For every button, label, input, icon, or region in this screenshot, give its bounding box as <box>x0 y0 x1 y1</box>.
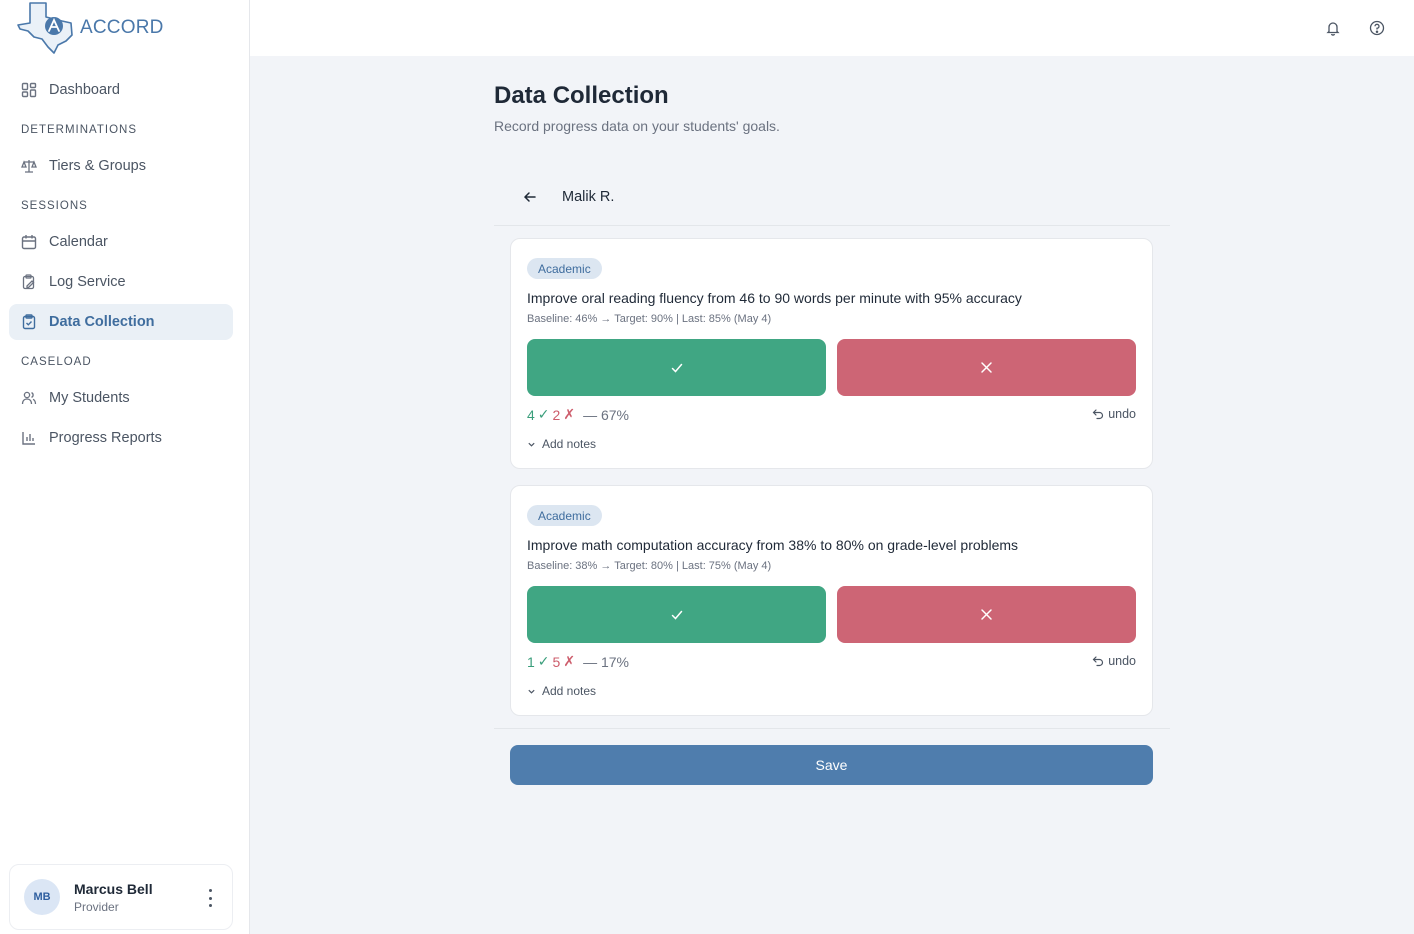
category-badge: Academic <box>527 505 602 526</box>
save-button[interactable]: Save <box>510 745 1153 785</box>
user-info: Marcus Bell Provider <box>74 881 153 914</box>
check-icon <box>671 610 682 620</box>
nav-item-progress-reports[interactable]: Progress Reports <box>9 420 233 456</box>
add-notes-toggle[interactable]: Add notes <box>527 684 596 698</box>
undo-label: undo <box>1108 407 1136 421</box>
correct-count: 4 <box>527 406 535 423</box>
undo-button[interactable]: undo <box>1092 654 1136 668</box>
calendar-icon <box>21 234 37 250</box>
dashboard-icon <box>21 82 37 98</box>
incorrect-count: 5 <box>552 653 561 670</box>
add-notes-label: Add notes <box>542 437 597 451</box>
nav-label-log-service: Log Service <box>49 274 126 290</box>
correct-button[interactable] <box>527 586 826 643</box>
undo-icon <box>1092 409 1104 420</box>
bar-chart-icon <box>21 430 37 446</box>
bell-icon[interactable] <box>1323 18 1343 38</box>
incorrect-button[interactable] <box>837 586 1136 643</box>
nav-item-data-collection[interactable]: Data Collection <box>9 304 233 340</box>
accuracy-percent: — 67% <box>583 406 629 423</box>
goal-text: Improve math computation accuracy from 3… <box>527 537 1019 553</box>
check-icon <box>671 363 682 373</box>
undo-label: undo <box>1108 654 1136 668</box>
section-caseload: CASELOAD <box>21 356 92 368</box>
correct-button[interactable] <box>527 339 826 396</box>
clipboard-pen-icon <box>21 274 37 290</box>
undo-button[interactable]: undo <box>1092 407 1136 421</box>
texas-logo-icon <box>17 2 73 54</box>
nav-label-tiers-groups: Tiers & Groups <box>49 158 146 174</box>
nav-item-my-students[interactable]: My Students <box>9 380 233 416</box>
goal-card: Academic Improve math computation accura… <box>510 485 1153 716</box>
topbar <box>250 0 1414 56</box>
correct-mark: ✓ <box>537 653 550 669</box>
correct-count: 1 <box>527 653 535 670</box>
student-header: Malik R. <box>494 168 1170 226</box>
close-icon <box>981 609 992 620</box>
user-name: Marcus Bell <box>74 880 153 897</box>
user-card[interactable]: MB Marcus Bell Provider <box>9 864 233 930</box>
brand[interactable]: ACCORD <box>16 0 164 56</box>
user-role: Provider <box>74 899 119 914</box>
trial-tally: 4 ✓ 2 ✗ — 67% <box>527 406 629 423</box>
add-notes-toggle[interactable]: Add notes <box>527 437 596 451</box>
goal-card: Academic Improve oral reading fluency fr… <box>510 238 1153 469</box>
add-notes-label: Add notes <box>542 684 597 698</box>
chevron-down-icon <box>528 442 535 447</box>
nav-item-calendar[interactable]: Calendar <box>9 224 233 260</box>
nav-label-data-collection: Data Collection <box>49 314 155 330</box>
brand-name: ACCORD <box>80 17 164 38</box>
student-name: Malik R. <box>562 188 615 205</box>
goal-meta: Baseline: 46% → Target: 90% | Last: 85% … <box>527 313 772 325</box>
page-subtitle: Record progress data on your students' g… <box>494 118 780 134</box>
category-badge: Academic <box>527 258 602 279</box>
correct-mark: ✓ <box>537 406 550 422</box>
help-icon[interactable] <box>1367 18 1387 38</box>
clipboard-check-icon <box>21 314 37 330</box>
nav-item-tiers-groups[interactable]: Tiers & Groups <box>9 148 233 184</box>
incorrect-mark: ✗ <box>563 406 576 422</box>
section-determinations: DETERMINATIONS <box>21 124 138 136</box>
nav-item-log-service[interactable]: Log Service <box>9 264 233 300</box>
divider <box>494 728 1170 729</box>
main-nav: Dashboard DETERMINATIONS Tiers & Groups … <box>9 72 233 460</box>
nav-label-my-students: My Students <box>49 390 130 406</box>
goal-meta: Baseline: 38% → Target: 80% | Last: 75% … <box>527 560 772 572</box>
avatar: MB <box>24 879 60 915</box>
goal-text: Improve oral reading fluency from 46 to … <box>527 290 1022 306</box>
more-vertical-icon[interactable] <box>202 889 218 907</box>
users-icon <box>21 390 37 406</box>
incorrect-button[interactable] <box>837 339 1136 396</box>
arrow-left-icon[interactable] <box>520 187 540 207</box>
nav-label-dashboard: Dashboard <box>49 82 120 98</box>
sidebar: ACCORD Dashboard DETERMINATIONS Tiers & … <box>0 0 250 934</box>
scale-icon <box>21 158 37 174</box>
accuracy-percent: — 17% <box>583 653 629 670</box>
nav-label-progress-reports: Progress Reports <box>49 430 162 446</box>
trial-tally: 1 ✓ 5 ✗ — 17% <box>527 653 629 670</box>
incorrect-count: 2 <box>552 406 561 423</box>
section-sessions: SESSIONS <box>21 200 88 212</box>
nav-label-calendar: Calendar <box>49 234 108 250</box>
undo-icon <box>1092 656 1104 667</box>
chevron-down-icon <box>528 689 535 694</box>
page-title: Data Collection <box>494 82 669 109</box>
incorrect-mark: ✗ <box>563 653 576 669</box>
close-icon <box>981 362 992 373</box>
nav-item-dashboard[interactable]: Dashboard <box>9 72 233 108</box>
